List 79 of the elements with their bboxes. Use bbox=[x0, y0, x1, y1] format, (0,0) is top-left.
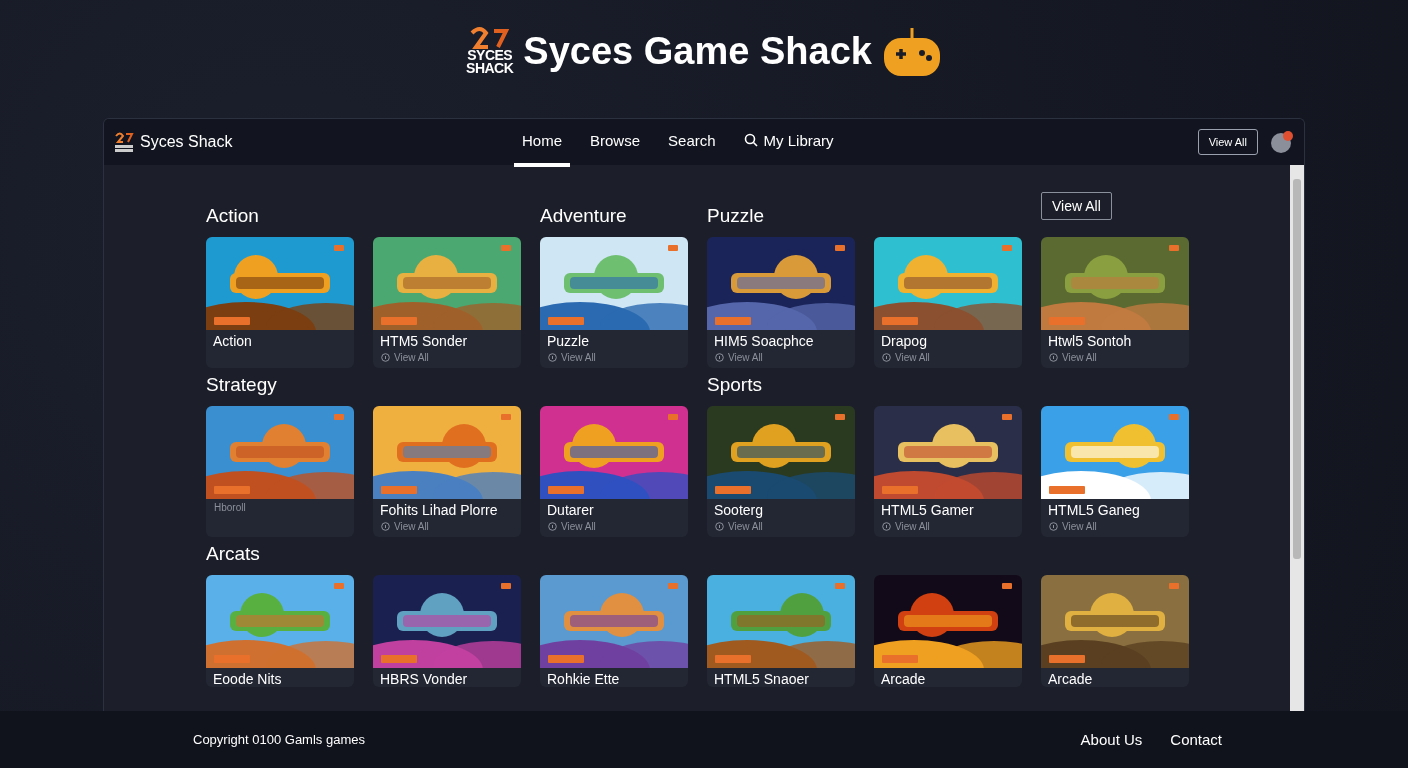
game-card[interactable]: Arcade bbox=[1041, 575, 1189, 687]
view-all-link[interactable]: View All bbox=[707, 518, 855, 537]
logo-text: SYCES bbox=[467, 48, 513, 62]
game-card[interactable]: Drapog View All bbox=[874, 237, 1022, 368]
game-title: Rohkie Ette bbox=[546, 670, 621, 687]
info-icon bbox=[381, 522, 390, 531]
game-card[interactable]: Dutarer View All bbox=[540, 406, 688, 537]
game-card[interactable]: HBRS Vonder bbox=[373, 575, 521, 687]
footer-link[interactable]: About Us bbox=[1080, 731, 1143, 748]
game-card[interactable]: Hboroll bbox=[206, 406, 354, 537]
game-card[interactable]: Sooterg View All bbox=[707, 406, 855, 537]
game-card[interactable]: Puzzle View All bbox=[540, 237, 688, 368]
game-title: Eoode Nits bbox=[212, 670, 283, 687]
game-title: Htwl5 Sontoh bbox=[1047, 332, 1133, 349]
section-heading: Arcats bbox=[206, 543, 260, 565]
info-icon bbox=[1049, 353, 1058, 362]
game-card[interactable]: Htwl5 Sontoh View All bbox=[1041, 237, 1189, 368]
brand-name: Syces Shack bbox=[140, 133, 233, 151]
section-heading: Puzzle bbox=[707, 205, 765, 227]
info-icon bbox=[1049, 522, 1058, 531]
nav-tab[interactable]: Search bbox=[660, 119, 724, 167]
game-card[interactable]: HTML5 Ganeg View All bbox=[1041, 406, 1189, 537]
section-heading: Action bbox=[206, 205, 259, 227]
game-title: Arcade bbox=[880, 670, 927, 687]
copyright-text: Copyright 0100 Gamls games bbox=[193, 732, 366, 747]
game-title: Sooterg bbox=[713, 501, 765, 518]
game-title: HTML5 Snaoer bbox=[713, 670, 810, 687]
info-icon bbox=[882, 522, 891, 531]
game-card[interactable]: Fohits Lihad Plorre View All bbox=[373, 406, 521, 537]
view-all-link[interactable]: View All bbox=[373, 349, 521, 368]
game-card[interactable]: HTM5 Sonder View All bbox=[373, 237, 521, 368]
view-all-link[interactable]: View All bbox=[707, 349, 855, 368]
game-card[interactable]: HIM5 Soacphce View All bbox=[707, 237, 855, 368]
game-title: Arcade bbox=[1047, 670, 1094, 687]
view-all-link[interactable]: View All bbox=[373, 518, 521, 537]
nav-tab[interactable]: Home bbox=[514, 119, 570, 167]
info-icon bbox=[882, 353, 891, 362]
info-icon bbox=[381, 353, 390, 362]
game-title: Dutarer bbox=[546, 501, 595, 518]
logo-text: SHACK bbox=[466, 62, 514, 76]
game-title: Puzzle bbox=[546, 332, 591, 349]
game-caption: Hboroll bbox=[213, 501, 247, 515]
view-all-link[interactable]: View All bbox=[1041, 349, 1189, 368]
game-card[interactable]: HTML5 Gamer View All bbox=[874, 406, 1022, 537]
game-title: HTM5 Sonder bbox=[379, 332, 469, 349]
game-card[interactable]: Eoode Nits bbox=[206, 575, 354, 687]
info-icon bbox=[715, 353, 724, 362]
section-heading: Adventure bbox=[540, 205, 627, 227]
view-all-link[interactable]: View All bbox=[874, 518, 1022, 537]
section-heading: Strategy bbox=[206, 374, 277, 396]
game-title: Fohits Lihad Plorre bbox=[379, 501, 499, 518]
game-card[interactable]: Action bbox=[206, 237, 354, 368]
view-all-button[interactable]: View All bbox=[1197, 129, 1258, 155]
section-heading: Sports bbox=[707, 374, 762, 396]
view-all-link[interactable]: View All bbox=[540, 349, 688, 368]
info-icon bbox=[715, 522, 724, 531]
view-all-button[interactable]: View All bbox=[1041, 192, 1112, 220]
game-card[interactable]: HTML5 Snaoer bbox=[707, 575, 855, 687]
view-all-link[interactable]: View All bbox=[874, 349, 1022, 368]
logo-icon bbox=[114, 131, 134, 153]
game-card[interactable]: Rohkie Ette bbox=[540, 575, 688, 687]
scrollbar[interactable] bbox=[1290, 165, 1304, 711]
game-card[interactable]: Arcade bbox=[874, 575, 1022, 687]
nav-tab[interactable]: My Library bbox=[735, 119, 842, 167]
avatar-icon[interactable] bbox=[1270, 130, 1294, 154]
game-title: Drapog bbox=[880, 332, 928, 349]
game-title: HBRS Vonder bbox=[379, 670, 469, 687]
view-all-link[interactable]: View All bbox=[540, 518, 688, 537]
game-title: Action bbox=[212, 332, 253, 349]
view-all-link[interactable]: View All bbox=[1041, 518, 1189, 537]
footer-link[interactable]: Contact bbox=[1170, 731, 1222, 748]
game-title: HTML5 Ganeg bbox=[1047, 501, 1141, 518]
site-title: Syces Game Shack bbox=[523, 29, 872, 73]
nav-tab[interactable]: Browse bbox=[582, 119, 649, 167]
game-title: HIM5 Soacphce bbox=[713, 332, 815, 349]
scrollbar-thumb[interactable] bbox=[1293, 179, 1301, 559]
info-icon bbox=[548, 353, 557, 362]
info-icon bbox=[548, 522, 557, 531]
game-title: HTML5 Gamer bbox=[880, 501, 975, 518]
